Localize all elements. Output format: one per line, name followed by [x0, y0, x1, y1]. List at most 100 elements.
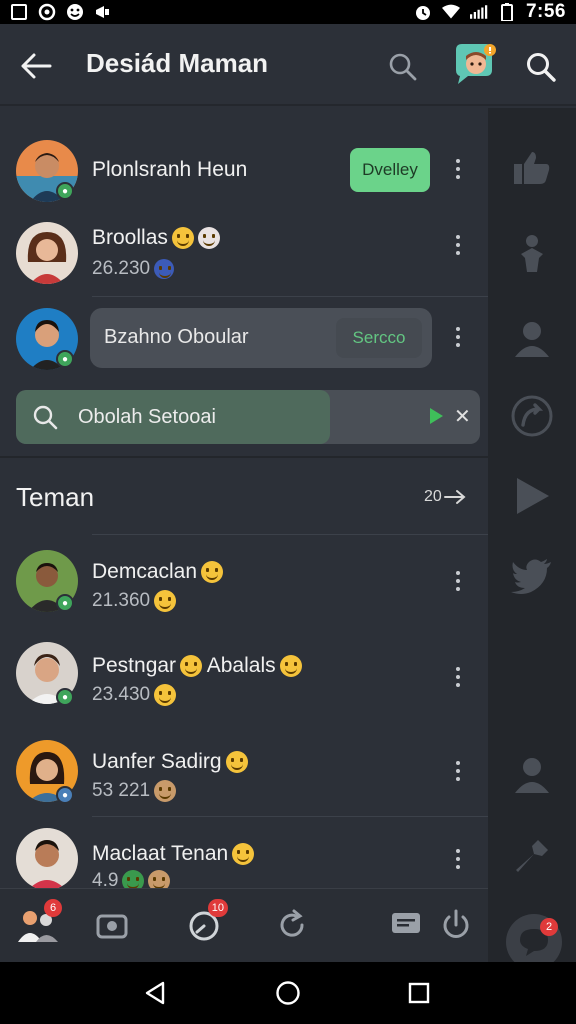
section-title: Teman: [16, 482, 95, 512]
profile-icon[interactable]: [510, 752, 554, 796]
sync-notification-icon: [38, 3, 56, 21]
signal-icon: [469, 3, 488, 21]
search-icon: [389, 53, 417, 81]
thumbs-up-icon[interactable]: [510, 146, 554, 190]
twitter-bird-icon[interactable]: [510, 554, 554, 598]
back-button[interactable]: [16, 46, 56, 86]
avatar: [16, 828, 78, 890]
online-status-icon: ●: [56, 182, 74, 200]
bottom-navigation: 6 10: [0, 888, 488, 962]
more-options-icon[interactable]: [448, 154, 468, 184]
search-icon: [32, 404, 58, 430]
add-friend-button[interactable]: Sercco: [336, 318, 422, 358]
search-icon: [527, 53, 556, 82]
nav-messages-button[interactable]: [384, 903, 428, 947]
divider: [92, 296, 488, 297]
search-button[interactable]: [384, 48, 422, 86]
more-options-icon[interactable]: [448, 566, 468, 596]
friend-list-item[interactable]: ● Uanfer Sadirg 53 221: [0, 726, 488, 816]
friend-name: Pestngar Abalals: [92, 654, 302, 678]
smile-emoji-icon: [225, 751, 248, 774]
online-status-icon: ●: [56, 594, 74, 612]
blue-emoji-icon: [154, 258, 175, 279]
battery-icon: [498, 3, 516, 21]
power-icon: [443, 909, 469, 938]
friend-list-item[interactable]: ● Demcaclan 21.360: [0, 540, 488, 632]
recents-square-icon: [408, 982, 430, 1004]
contact-card[interactable]: Bzahno Oboular Sercco: [90, 308, 432, 368]
app-window: Desiád Maman ● Plonlsranh Heun Dvelley B…: [0, 24, 576, 962]
online-status-icon: ●: [56, 786, 74, 804]
side-rail: [488, 108, 576, 962]
section-divider: [0, 456, 488, 458]
friend-score: 21.360: [92, 590, 177, 612]
avatar: [16, 222, 78, 284]
share-icon[interactable]: [510, 394, 554, 438]
contact-name: Bzahno Oboular: [104, 326, 249, 348]
more-options-icon[interactable]: [448, 756, 468, 786]
face-emoji-icon: [154, 780, 177, 802]
back-arrow-icon: [21, 53, 52, 79]
app-header: Desiád Maman: [0, 24, 576, 106]
nav-home-button[interactable]: 6: [16, 899, 62, 947]
message-box-icon: [392, 913, 420, 933]
home-circle-icon: [276, 981, 300, 1005]
nav-power-button[interactable]: [434, 903, 478, 947]
gallery-notification-icon: [10, 3, 28, 21]
notification-badge: 6: [44, 899, 62, 917]
wifi-icon: [441, 3, 460, 21]
nav-timer-button[interactable]: 10: [182, 899, 228, 947]
system-back-button[interactable]: [140, 978, 170, 1008]
friend-name: Uanfer Sadirg: [92, 750, 248, 774]
more-options-icon[interactable]: [448, 662, 468, 692]
contact-name: Broollas: [92, 226, 220, 250]
profile-icon[interactable]: [510, 316, 554, 360]
mascot-chat-icon: [456, 44, 496, 84]
smile-emoji-icon: [279, 655, 302, 678]
divider: [92, 534, 488, 535]
play-icon[interactable]: [430, 408, 443, 424]
alarm-icon: [414, 3, 432, 21]
system-recents-button[interactable]: [404, 978, 434, 1008]
more-options-icon[interactable]: [448, 322, 468, 352]
see-all-link[interactable]: 20: [424, 488, 466, 506]
nav-camera-button[interactable]: [90, 903, 134, 947]
add-friend-button[interactable]: Dvelley: [350, 148, 430, 192]
contact-name: Plonlsranh Heun: [92, 158, 248, 181]
smile-emoji-icon: [154, 590, 177, 612]
more-options-icon[interactable]: [448, 844, 468, 874]
see-all-count: 20: [424, 488, 442, 505]
status-bar: 7:56: [0, 0, 576, 24]
grin-emoji-icon: [197, 227, 220, 250]
triangle-back-icon: [145, 981, 165, 1005]
clear-search-icon[interactable]: ✕: [454, 404, 471, 429]
system-home-button[interactable]: [273, 978, 303, 1008]
divider: [92, 816, 488, 817]
refresh-icon: [280, 909, 304, 937]
list-item[interactable]: Broollas 26.230: [0, 212, 488, 296]
arrow-right-icon: [443, 490, 466, 504]
play-icon[interactable]: [510, 474, 554, 518]
nav-refresh-button[interactable]: [270, 903, 314, 947]
system-navigation-bar: [0, 962, 576, 1024]
smile-emoji-icon: [171, 227, 194, 250]
megaphone-notification-icon: [94, 3, 112, 21]
friend-name: Maclaat Tenan: [92, 842, 255, 866]
smile-emoji-icon: [154, 684, 177, 706]
smile-emoji-icon: [180, 655, 203, 678]
camera-icon: [96, 914, 128, 939]
friend-score: 23.430: [92, 684, 177, 706]
pin-icon[interactable]: [510, 834, 554, 878]
notification-badge: 10: [207, 899, 228, 917]
mascot-chat-button[interactable]: [452, 42, 498, 88]
contact-score: 26.230: [92, 258, 175, 280]
search-input[interactable]: Obolah Setooai ✕: [16, 390, 480, 444]
chat-fab-button[interactable]: 2: [506, 914, 562, 962]
friend-list-item[interactable]: ● Pestngar Abalals 23.430: [0, 632, 488, 726]
person-pose-icon[interactable]: [510, 232, 554, 276]
global-search-button[interactable]: [520, 46, 562, 88]
emoji-notification-icon: [66, 3, 84, 21]
smile-emoji-icon: [201, 561, 224, 584]
more-options-icon[interactable]: [448, 230, 468, 260]
notification-badge: 2: [540, 918, 558, 936]
